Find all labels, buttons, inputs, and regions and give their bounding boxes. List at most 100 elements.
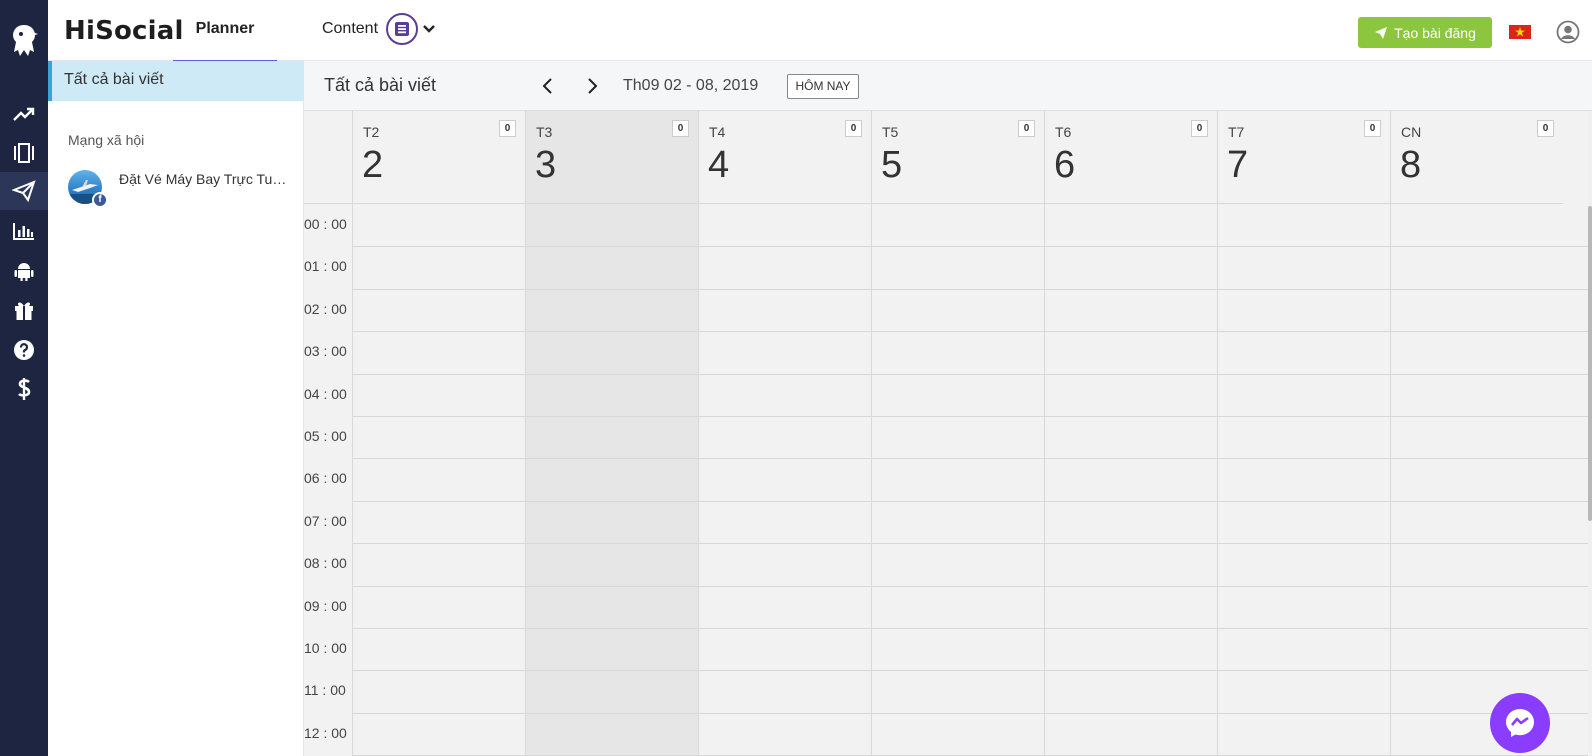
gift-icon[interactable] <box>10 296 38 324</box>
hour-label: 06 : 00 <box>304 470 347 487</box>
hour-label: 00 : 00 <box>304 216 347 232</box>
hour-divider <box>352 458 1588 460</box>
hour-divider <box>352 246 1588 248</box>
chart-trend-icon[interactable] <box>10 100 38 128</box>
hour-divider <box>352 670 1588 672</box>
hour-label: 05 : 00 <box>304 428 347 444</box>
carousel-icon[interactable] <box>10 139 38 167</box>
day-column-t4[interactable] <box>698 204 871 756</box>
hisocial-logo-icon[interactable] <box>8 22 40 60</box>
page-name: Đặt Vé Máy Bay Trực Tuyến <box>119 171 289 187</box>
hour-divider <box>352 628 1588 629</box>
day-of-week: T4 <box>709 124 726 140</box>
day-column-t6[interactable] <box>1044 204 1217 756</box>
post-count-badge: 0 <box>1537 120 1554 137</box>
send-icon[interactable] <box>0 172 48 210</box>
day-of-week: T2 <box>363 124 380 140</box>
hour-divider <box>352 331 1588 333</box>
hour-divider <box>352 373 1588 375</box>
day-of-week: T7 <box>1228 124 1245 140</box>
post-count-badge: 0 <box>499 120 516 137</box>
hour-divider <box>352 543 1588 545</box>
day-date: 7 <box>1227 144 1249 186</box>
chevron-down-icon[interactable] <box>422 22 436 34</box>
day-header-t2[interactable]: T2 2 0 <box>352 111 525 204</box>
day-date: 4 <box>708 144 730 186</box>
next-week-button[interactable] <box>582 76 602 96</box>
hour-label: 04 : 00 <box>304 385 347 402</box>
sidebar-item-all-posts[interactable]: Tất cả bài viết <box>48 61 304 101</box>
tab-planner[interactable]: Planner <box>173 0 277 64</box>
hour-divider <box>352 416 1588 417</box>
hour-label: 09 : 00 <box>304 597 347 614</box>
chevron-left-icon <box>542 78 552 94</box>
day-of-week: T3 <box>536 124 553 140</box>
android-icon[interactable] <box>10 257 38 285</box>
account-switcher-avatar[interactable] <box>386 13 418 45</box>
day-header-t5[interactable]: T5 5 0 <box>871 111 1044 204</box>
dollar-icon[interactable] <box>10 375 38 403</box>
day-of-week: CN <box>1401 124 1422 140</box>
previous-week-button[interactable] <box>538 76 558 96</box>
hour-label: 01 : 00 <box>304 258 347 275</box>
day-column-t3[interactable] <box>525 204 698 756</box>
day-date: 5 <box>881 144 903 186</box>
day-date: 3 <box>535 144 557 186</box>
day-column-t7[interactable] <box>1217 204 1390 756</box>
hour-divider <box>352 500 1588 502</box>
post-count-badge: 0 <box>1364 120 1381 137</box>
messenger-chat-button[interactable] <box>1490 693 1550 753</box>
facebook-icon: f <box>92 192 108 208</box>
today-button[interactable]: HÔM NAY <box>787 74 859 99</box>
hour-label: 11 : 00 <box>304 682 346 699</box>
time-gutter-header <box>304 111 352 204</box>
day-of-week: T5 <box>882 124 899 140</box>
day-column-cn[interactable] <box>1390 204 1563 756</box>
bar-chart-icon[interactable] <box>10 217 38 245</box>
create-post-label: Tạo bài đăng <box>1394 24 1476 41</box>
scrollbar-thumb[interactable] <box>1588 206 1592 521</box>
day-header-t3[interactable]: T3 3 0 <box>525 111 698 204</box>
calendar-title: Tất cả bài viết <box>324 75 437 95</box>
send-icon <box>1375 26 1388 39</box>
help-icon[interactable] <box>10 336 38 364</box>
hour-label: 02 : 00 <box>304 300 347 317</box>
social-networks-label: Mạng xã hội <box>68 132 145 148</box>
chevron-right-icon <box>588 78 598 94</box>
day-column-t5[interactable] <box>871 204 1044 756</box>
hour-label: 10 : 00 <box>304 640 347 656</box>
hour-label: 07 : 00 <box>304 512 347 529</box>
user-profile-icon[interactable] <box>1556 20 1580 44</box>
day-header-t7[interactable]: T7 7 0 <box>1217 111 1390 204</box>
social-page-item[interactable]: f Đặt Vé Máy Bay Trực Tuyến <box>68 170 298 210</box>
vietnam-flag-icon[interactable] <box>1509 25 1531 39</box>
day-column-t2[interactable] <box>352 204 525 756</box>
top-bar: HiSocial Planner Content Tạo bài đăng <box>48 0 1592 64</box>
hour-label: 03 : 00 <box>304 343 347 360</box>
sidebar: Tất cả bài viết Mạng xã hội f Đặt Vé Máy… <box>48 61 304 756</box>
post-count-badge: 0 <box>845 120 862 137</box>
day-date: 8 <box>1400 144 1422 186</box>
day-date: 2 <box>362 144 384 186</box>
post-count-badge: 0 <box>1191 120 1208 137</box>
hour-label: 12 : 00 <box>304 724 347 741</box>
day-header-cn[interactable]: CN 8 0 <box>1390 111 1563 204</box>
hour-label: 08 : 00 <box>304 555 347 572</box>
day-of-week: T6 <box>1055 124 1072 140</box>
date-range: Th09 02 - 08, 2019 <box>623 77 759 94</box>
hour-divider <box>352 288 1588 290</box>
calendar-toolbar: Tất cả bài viết Th09 02 - 08, 2019 HÔM N… <box>304 61 1592 111</box>
day-header-t4[interactable]: T4 4 0 <box>698 111 871 204</box>
messenger-icon <box>1506 709 1534 737</box>
week-calendar-grid: T2 2 0 T3 3 0 T4 4 0 T5 5 0 T6 6 0 T7 7 0 CN 8 0 00 : 00 01 : … <box>304 111 1588 756</box>
create-post-button[interactable]: Tạo bài đăng <box>1358 17 1492 48</box>
post-count-badge: 0 <box>1018 120 1035 137</box>
account-logo-icon <box>395 22 409 36</box>
calendar-scrollbar[interactable] <box>1588 111 1592 756</box>
hour-divider <box>352 712 1588 714</box>
day-header-t6[interactable]: T6 6 0 <box>1044 111 1217 204</box>
day-date: 6 <box>1054 144 1076 186</box>
left-rail <box>0 0 48 756</box>
brand-title: HiSocial <box>64 16 184 46</box>
post-count-badge: 0 <box>672 120 689 137</box>
